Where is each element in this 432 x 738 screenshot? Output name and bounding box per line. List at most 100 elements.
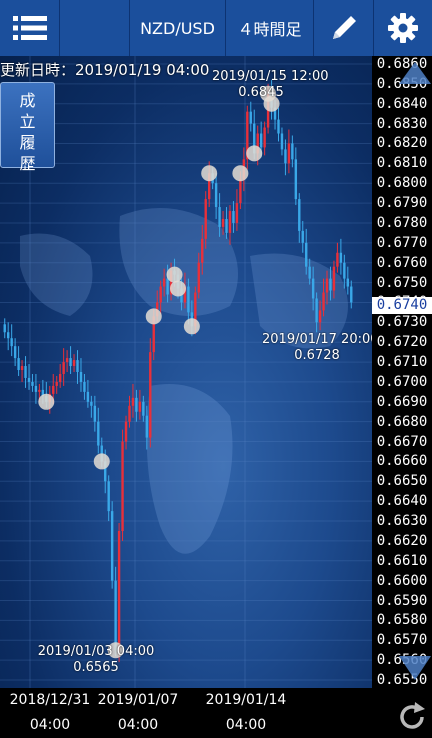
trade-marker	[93, 453, 110, 470]
candle-body	[65, 358, 69, 363]
y-tick-label: 0.6770	[376, 234, 428, 251]
low-annotation: 2019/01/03 04:00 0.6565	[34, 644, 158, 676]
y-tick-label: 0.6690	[376, 393, 428, 410]
y-tick-label: 0.6620	[376, 532, 428, 549]
candle-body	[10, 338, 13, 347]
edit-button[interactable]	[314, 0, 374, 56]
candle-body	[145, 415, 149, 438]
candle-body	[114, 580, 117, 651]
candle-body	[343, 262, 346, 279]
x-tick: 2019/01/14 04:00	[200, 692, 292, 734]
candle-body	[117, 530, 121, 651]
y-tick-label: 0.6590	[376, 592, 428, 609]
last-annotation-value: 0.6728	[294, 348, 340, 363]
candle-body	[214, 183, 218, 208]
y-tick-label: 0.6720	[376, 334, 428, 351]
candle-body	[24, 366, 27, 378]
candle-body	[83, 381, 86, 392]
scroll-down-button[interactable]	[398, 642, 432, 686]
candle-body	[27, 377, 31, 382]
candle-body	[86, 391, 90, 402]
last-annotation: 2019/01/17 20:00 0.6728	[262, 332, 372, 364]
y-tick-label: 0.6780	[376, 214, 428, 231]
candle-body	[93, 405, 97, 422]
candle-body	[249, 111, 252, 124]
scroll-up-button[interactable]	[398, 58, 432, 102]
last-annotation-time: 2019/01/17 20:00	[262, 332, 372, 347]
currency-pair-button[interactable]: NZD/USD	[130, 0, 226, 56]
candle-body	[72, 360, 76, 367]
candle-body	[232, 211, 235, 223]
settings-button[interactable]	[374, 0, 432, 56]
y-tick-label: 0.6600	[376, 572, 428, 589]
refresh-icon	[400, 702, 425, 729]
candle-body	[135, 397, 138, 412]
gear-icon	[388, 13, 418, 43]
candle-body	[17, 358, 20, 371]
trade-marker	[201, 165, 218, 182]
candle-body	[187, 286, 190, 313]
x-axis: 2018/12/31 04:00 2019/01/07 04:00 2019/0…	[0, 688, 432, 737]
y-tick-label: 0.6790	[376, 195, 428, 212]
y-tick-label: 0.6760	[376, 254, 428, 271]
candle-body	[138, 401, 142, 412]
candle-body	[298, 199, 301, 231]
candle-body	[332, 266, 336, 291]
candle-body	[235, 203, 239, 223]
history-button[interactable]: 成立履歴	[0, 82, 55, 173]
candle-body	[13, 346, 17, 359]
trade-marker	[246, 145, 263, 162]
y-tick-label: 0.6630	[376, 513, 428, 530]
pencil-icon	[332, 16, 356, 39]
candle-body	[315, 298, 318, 323]
blank-cell	[60, 0, 130, 56]
candle-body	[239, 179, 242, 204]
candle-body	[201, 238, 204, 263]
menu-icon	[12, 16, 47, 40]
current-price-label: 0.6740	[372, 297, 432, 314]
candle-body	[69, 358, 72, 367]
trade-marker	[166, 266, 183, 283]
y-tick-label: 0.6730	[376, 314, 428, 331]
candle-body	[197, 262, 200, 293]
x-tick-date: 2018/12/31	[9, 692, 91, 708]
trade-marker	[38, 393, 55, 410]
candle-body	[131, 397, 135, 406]
candle-body	[294, 159, 298, 200]
candle-body	[124, 421, 128, 442]
candle-body	[79, 372, 83, 382]
world-map-decoration	[20, 208, 348, 554]
y-axis: 0.68600.68500.68400.68300.68200.68100.68…	[372, 56, 432, 688]
y-tick-label: 0.6810	[376, 155, 428, 172]
candle-body	[142, 401, 145, 416]
trade-marker	[145, 308, 162, 325]
candle-body	[277, 119, 280, 134]
refresh-button[interactable]	[395, 700, 429, 734]
menu-button[interactable]	[0, 0, 60, 56]
candle-body	[228, 211, 232, 233]
y-tick-label: 0.6670	[376, 433, 428, 450]
candle-body	[322, 292, 325, 311]
candle-body	[3, 324, 6, 333]
candle-body	[128, 405, 131, 422]
candles	[3, 79, 353, 663]
high-annotation: 2019/01/15 12:00 0.6845	[212, 69, 329, 101]
toolbar: NZD/USD ４時間足	[0, 0, 432, 57]
x-tick-date: 2019/01/07	[97, 692, 179, 708]
y-tick-label: 0.6750	[376, 274, 428, 291]
history-button-label: 成立履歴	[19, 91, 36, 173]
candle-body	[166, 278, 169, 295]
low-annotation-value: 0.6565	[73, 660, 119, 675]
timeframe-button[interactable]: ４時間足	[226, 0, 314, 56]
candle-body	[31, 381, 34, 386]
chart-plot-area[interactable]	[0, 56, 372, 688]
trade-marker	[183, 318, 200, 335]
candle-body	[159, 286, 162, 303]
candle-body	[280, 133, 284, 150]
y-tick-label: 0.6820	[376, 135, 428, 152]
candle-body	[225, 218, 228, 233]
candle-body	[305, 242, 308, 267]
candle-body	[287, 143, 291, 164]
candle-body	[58, 373, 62, 382]
candle-body	[55, 381, 58, 386]
